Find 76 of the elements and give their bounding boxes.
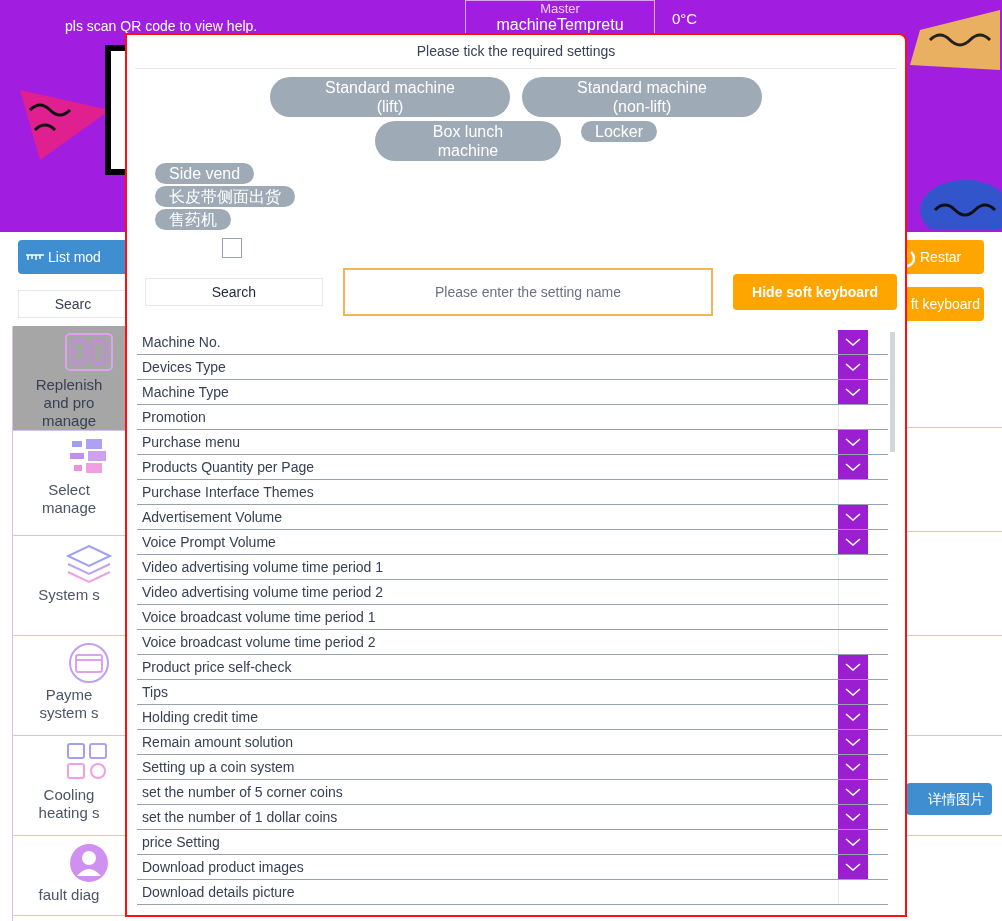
- check-icon: [845, 463, 861, 471]
- checkbox[interactable]: [222, 238, 242, 258]
- detail-picture-button[interactable]: 详情图片: [906, 783, 992, 815]
- check-icon: [845, 813, 861, 821]
- setting-checkbox[interactable]: [838, 330, 868, 354]
- setting-checkbox[interactable]: [838, 380, 868, 404]
- setting-checkbox[interactable]: [838, 455, 868, 479]
- setting-checkbox[interactable]: [838, 430, 868, 454]
- check-icon: [845, 663, 861, 671]
- check-icon: [845, 338, 861, 346]
- ruler-icon: [26, 253, 44, 261]
- setting-checkbox[interactable]: [838, 355, 868, 379]
- setting-label: Product price self-check: [141, 657, 293, 677]
- setting-label: Setting up a coin system: [141, 757, 296, 777]
- check-icon: [845, 438, 861, 446]
- check-icon: [845, 688, 861, 696]
- check-icon: [845, 513, 861, 521]
- check-icon: [845, 738, 861, 746]
- dialog-title: Please tick the required settings: [135, 35, 897, 69]
- setting-checkbox[interactable]: [838, 780, 868, 804]
- check-icon: [845, 713, 861, 721]
- machine-type-chip[interactable]: Box lunch machine: [375, 121, 561, 161]
- setting-label: Machine No.: [141, 332, 222, 352]
- setting-label: Holding credit time: [141, 707, 259, 727]
- setting-checkbox[interactable]: [838, 830, 868, 854]
- setting-label: Promotion: [141, 407, 207, 427]
- machine-type-chip[interactable]: 长皮带侧面出货: [155, 186, 295, 207]
- temperature-label: Master: [540, 1, 580, 16]
- setting-checkbox[interactable]: [838, 805, 868, 829]
- setting-checkbox[interactable]: [838, 730, 868, 754]
- setting-label: Tips: [141, 682, 169, 702]
- search-label: Search: [145, 278, 323, 306]
- setting-label: Download product images: [141, 857, 305, 877]
- machine-type-chip[interactable]: Side vend: [155, 163, 255, 184]
- setting-label: Video advertising volume time period 1: [141, 557, 384, 577]
- setting-label: Remain amount solution: [141, 732, 294, 752]
- setting-label: Purchase menu: [141, 432, 242, 452]
- setting-label: set the number of 5 corner coins: [141, 782, 344, 802]
- machine-type-chip[interactable]: Locker: [581, 121, 657, 142]
- hide-keyboard-button[interactable]: Hide soft keyboard: [733, 274, 897, 310]
- check-icon: [845, 363, 861, 371]
- check-icon: [845, 763, 861, 771]
- setting-checkbox[interactable]: [838, 680, 868, 704]
- temperature-value: 0°C: [672, 9, 698, 29]
- setting-label: Purchase Interface Themes: [141, 482, 315, 502]
- setting-name-input[interactable]: Please enter the setting name: [342, 268, 714, 316]
- setting-label: price Setting: [141, 832, 221, 852]
- setting-label: Voice Prompt Volume: [141, 532, 277, 552]
- sidebar-item[interactable]: Replenish and pro manage: [13, 326, 125, 431]
- setting-label: Voice broadcast volume time period 2: [141, 632, 377, 652]
- setting-checkbox[interactable]: [838, 655, 868, 679]
- setting-label: Advertisement Volume: [141, 507, 284, 527]
- setting-checkbox[interactable]: [838, 530, 868, 554]
- machine-type-chip[interactable]: Standard machine (lift): [270, 77, 510, 117]
- setting-label: Video advertising volume time period 2: [141, 582, 384, 602]
- setting-checkbox[interactable]: [838, 855, 868, 879]
- setting-checkbox[interactable]: [838, 755, 868, 779]
- setting-label: set the number of 1 dollar coins: [141, 807, 339, 827]
- setting-label: Devices Type: [141, 357, 227, 377]
- help-text: pls scan QR code to view help.: [65, 17, 258, 36]
- check-icon: [845, 388, 861, 396]
- check-icon: [845, 788, 861, 796]
- setting-checkbox[interactable]: [838, 705, 868, 729]
- setting-label: Machine Type: [141, 382, 230, 402]
- check-icon: [845, 538, 861, 546]
- setting-label: Download details picture: [141, 882, 296, 902]
- setting-label: Voice broadcast volume time period 1: [141, 607, 377, 627]
- setting-checkbox[interactable]: [838, 505, 868, 529]
- temperature-label: machineTempretu: [496, 16, 624, 34]
- machine-type-chip[interactable]: Standard machine (non-lift): [522, 77, 762, 117]
- check-icon: [845, 838, 861, 846]
- check-icon: [845, 863, 861, 871]
- machine-type-chip[interactable]: 售药机: [155, 209, 231, 230]
- setting-label: Products Quantity per Page: [141, 457, 315, 477]
- layers-icon: [64, 542, 114, 584]
- slots-icon: [64, 332, 114, 374]
